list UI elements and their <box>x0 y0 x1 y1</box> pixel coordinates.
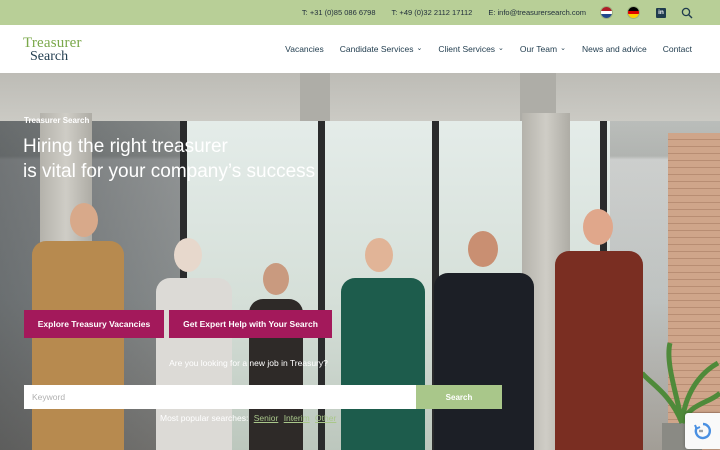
popular-searches-label: Most popular searches: <box>160 413 249 423</box>
main-nav: Vacancies Candidate Services ⌄ Client Ser… <box>269 25 692 73</box>
hero-eyebrow: Treasurer Search <box>24 116 90 125</box>
hero-title-line-1: Hiring the right treasurer <box>23 136 228 157</box>
recaptcha-icon <box>693 422 711 440</box>
nav-label: Vacancies <box>285 44 324 54</box>
nav-item-our-team[interactable]: Our Team ⌄ <box>520 44 566 54</box>
search-button[interactable]: Search <box>416 385 502 409</box>
phone-nl-link[interactable]: T: +31 (0)85 086 6798 <box>302 8 376 17</box>
site-logo[interactable]: Treasurer Search <box>23 36 82 64</box>
search-icon[interactable] <box>681 7 693 19</box>
explore-vacancies-button[interactable]: Explore Treasury Vacancies <box>24 310 164 338</box>
expert-help-button[interactable]: Get Expert Help with Your Search <box>169 310 332 338</box>
nav-item-news-and-advice[interactable]: News and advice <box>582 44 647 54</box>
nav-item-client-services[interactable]: Client Services ⌄ <box>438 44 504 54</box>
job-search-form: Search <box>24 385 502 409</box>
phone-de-link[interactable]: T: +49 (0)32 2112 17112 <box>392 8 473 17</box>
job-search-prompt: Are you looking for a new job in Treasur… <box>169 358 328 368</box>
netherlands-flag-icon[interactable] <box>600 6 613 19</box>
nav-item-candidate-services[interactable]: Candidate Services ⌄ <box>340 44 423 54</box>
linkedin-icon[interactable]: in <box>656 7 666 18</box>
chevron-down-icon: ⌄ <box>416 45 423 52</box>
hero-title-line-2: is vital for your company’s success <box>23 161 316 182</box>
chevron-down-icon: ⌄ <box>560 45 566 52</box>
nav-label: Our Team <box>519 44 558 54</box>
nav-label: Candidate Services <box>339 44 414 54</box>
recaptcha-badge[interactable] <box>685 413 720 449</box>
nav-item-vacancies[interactable]: Vacancies <box>285 44 324 54</box>
email-link[interactable]: E: info@treasurersearch.com <box>488 8 586 17</box>
hero-section: Treasurer Search Hiring the right treasu… <box>0 73 720 450</box>
nav-label: Contact <box>662 44 692 54</box>
logo-line-2: Search <box>30 49 69 64</box>
popular-link-other[interactable]: Other <box>315 413 336 423</box>
chevron-down-icon: ⌄ <box>498 45 504 52</box>
popular-link-senior[interactable]: Senior <box>254 413 279 423</box>
popular-link-interim[interactable]: Interim <box>284 413 310 423</box>
germany-flag-icon[interactable] <box>627 6 640 19</box>
nav-label: News and advice <box>581 44 647 54</box>
nav-item-contact[interactable]: Contact <box>663 44 692 54</box>
nav-label: Client Services <box>438 44 496 54</box>
keyword-input[interactable] <box>24 385 416 409</box>
site-header: Treasurer Search Vacancies Candidate Ser… <box>0 25 720 73</box>
popular-searches: Most popular searches: Senior Interim Ot… <box>160 413 336 423</box>
hero-title: Hiring the right treasurer is vital for … <box>23 134 383 184</box>
contact-bar: T: +31 (0)85 086 6798 T: +49 (0)32 2112 … <box>0 0 720 25</box>
